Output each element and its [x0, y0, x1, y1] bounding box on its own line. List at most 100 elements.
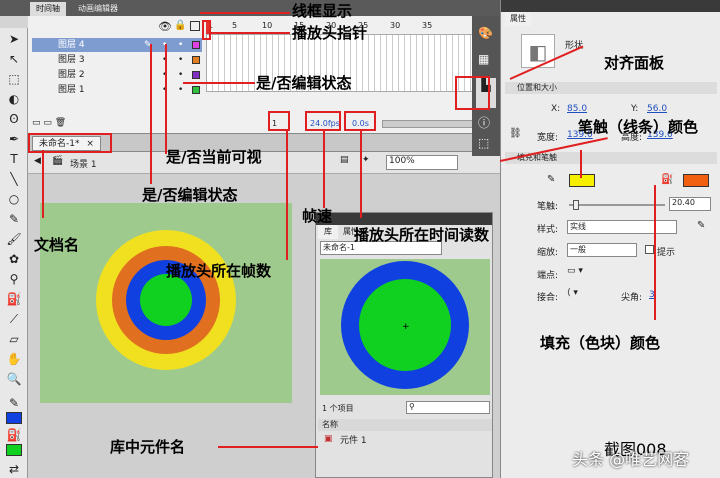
- style-select[interactable]: 实线: [567, 220, 677, 234]
- new-folder-icon[interactable]: ▭: [43, 118, 52, 128]
- scene-label: 场景 1: [70, 160, 97, 170]
- layer-name: 图层 3: [58, 55, 85, 65]
- fill-color-swatch[interactable]: [683, 174, 709, 187]
- section-position-size[interactable]: 位置和大小: [505, 82, 717, 94]
- info-icon[interactable]: ⓘ: [478, 114, 490, 131]
- cap-select[interactable]: ▭ ▾: [567, 266, 583, 276]
- library-panel: 库 属性 未命名-1 + 1 个项目 ⚲ 名称 ▣ 元件 1: [315, 212, 493, 478]
- brush-tool-icon[interactable]: 🖌: [4, 230, 24, 248]
- paint-bucket-icon[interactable]: ⛽: [4, 290, 24, 308]
- width-label: 宽度:: [537, 133, 559, 143]
- zoom-select[interactable]: 100%: [386, 155, 458, 170]
- free-transform-icon[interactable]: ⬚: [4, 70, 24, 88]
- stage[interactable]: [40, 203, 292, 403]
- lasso-icon[interactable]: ʘ: [4, 110, 24, 128]
- frame-number: 5: [232, 21, 238, 30]
- lock-dot[interactable]: •: [178, 38, 183, 52]
- stroke-color-swatch[interactable]: [6, 412, 22, 424]
- layer-tools: ▭ ▭ 🗑: [32, 118, 92, 130]
- leader-line: [42, 150, 44, 218]
- leader-line: [183, 82, 255, 84]
- x-value[interactable]: 85.0: [567, 104, 587, 114]
- stroke-value-input[interactable]: 20.40: [669, 197, 711, 211]
- layer-color-swatch[interactable]: [192, 86, 200, 94]
- leader-line: [218, 446, 318, 448]
- y-label: Y:: [631, 104, 639, 114]
- edit-symbol-icon[interactable]: ✦: [362, 155, 370, 165]
- zoom-tool-icon[interactable]: 🔍: [4, 370, 24, 388]
- lock-icon[interactable]: 🔒: [174, 20, 186, 31]
- leader-line: [323, 130, 325, 208]
- join-select[interactable]: ⟨ ▾: [567, 288, 578, 298]
- pen-icon[interactable]: ✒: [4, 130, 24, 148]
- lock-dot[interactable]: •: [178, 53, 183, 67]
- leader-line: [150, 44, 152, 184]
- frame-number-highlight: [268, 111, 290, 131]
- scale-select[interactable]: 一般: [567, 243, 637, 257]
- tab-timeline[interactable]: 时间轴: [30, 2, 66, 16]
- tools-panel: ➤ ↖ ⬚ ◐ ʘ ✒ T ╲ ○ ✎ 🖌 ✿ ⚲ ⛽ ⟋ ▱ ✋ 🔍 ✎ ⛽ …: [0, 28, 28, 478]
- leader-line: [360, 130, 362, 218]
- color-panel-icon[interactable]: 🎨: [478, 26, 493, 40]
- layer-color-swatch[interactable]: [192, 56, 200, 64]
- line-tool-icon[interactable]: ╲: [4, 170, 24, 188]
- library-search-input[interactable]: ⚲: [406, 401, 490, 414]
- edit-style-icon[interactable]: ✎: [697, 220, 705, 231]
- library-column-name[interactable]: 名称: [318, 419, 492, 431]
- swap-colors-icon[interactable]: ⇄: [4, 460, 24, 478]
- stroke-color-swatch[interactable]: [569, 174, 595, 187]
- swatches-icon[interactable]: ▦: [478, 52, 489, 66]
- eraser-icon[interactable]: ▱: [4, 330, 24, 348]
- back-arrow-icon[interactable]: ◀: [34, 156, 41, 166]
- stroke-color-icon[interactable]: ✎: [4, 394, 24, 412]
- link-icon[interactable]: ⛓: [509, 128, 522, 139]
- library-tab[interactable]: 库: [318, 225, 338, 239]
- subselection-tool-icon[interactable]: ↖: [4, 50, 24, 68]
- style-label: 样式:: [537, 225, 559, 235]
- pencil-tool-icon[interactable]: ✎: [4, 210, 24, 228]
- leader-line: [580, 150, 582, 178]
- fill-color-icon[interactable]: ⛽: [4, 426, 24, 444]
- layer-name: 图层 1: [58, 85, 85, 95]
- eyedropper-icon[interactable]: ⟋: [4, 310, 24, 328]
- fill-color-swatch[interactable]: [6, 444, 22, 456]
- new-layer-icon[interactable]: ▭: [32, 118, 41, 128]
- stroke-slider-thumb[interactable]: [573, 200, 579, 210]
- circle-artwork[interactable]: [40, 203, 292, 403]
- deco-tool-icon[interactable]: ✿: [4, 250, 24, 268]
- green-center[interactable]: [140, 274, 192, 326]
- selection-tool-icon[interactable]: ➤: [4, 30, 24, 48]
- tab-motion-editor[interactable]: 动画编辑器: [72, 2, 124, 16]
- layer-row-3[interactable]: 图层 3 • •: [32, 53, 202, 67]
- layer-row-1[interactable]: 图层 1 • •: [32, 83, 202, 97]
- oval-tool-icon[interactable]: ○: [4, 190, 24, 208]
- lock-dot[interactable]: •: [178, 83, 183, 97]
- text-tool-icon[interactable]: T: [4, 150, 24, 168]
- transform-icon[interactable]: ⬚: [478, 136, 489, 150]
- layer-color-swatch[interactable]: [192, 41, 200, 49]
- leader-line: [200, 12, 290, 14]
- outline-toggle-icon[interactable]: [190, 21, 200, 31]
- layer-color-swatch[interactable]: [192, 71, 200, 79]
- properties-title[interactable]: 属性: [505, 12, 531, 26]
- scene-bar: ◀ 🎬 场景 1 ▤ ✦ 100%: [28, 152, 500, 174]
- watermark: 头条 @唯艺网客: [572, 450, 690, 469]
- crosshair-icon: +: [402, 322, 410, 332]
- layer-row-2[interactable]: 图层 2 • •: [32, 68, 202, 82]
- layer-row-4[interactable]: 图层 4 ✎ • •: [32, 38, 202, 52]
- lock-dot[interactable]: •: [178, 68, 183, 82]
- bone-tool-icon[interactable]: ⚲: [4, 270, 24, 288]
- edit-scene-icon[interactable]: ▤: [340, 155, 349, 165]
- y-value[interactable]: 56.0: [647, 104, 667, 114]
- hint-label: 提示: [657, 248, 676, 258]
- layer-name: 图层 2: [58, 70, 85, 80]
- delete-icon[interactable]: 🗑: [55, 118, 66, 128]
- hint-checkbox[interactable]: [645, 245, 654, 254]
- stroke-slider[interactable]: [569, 204, 665, 206]
- 3d-rotation-icon[interactable]: ◐: [4, 90, 24, 108]
- zoom-value: 100%: [389, 156, 415, 166]
- eye-icon[interactable]: 👁: [158, 20, 172, 33]
- hand-tool-icon[interactable]: ✋: [4, 350, 24, 368]
- library-item[interactable]: ▣ 元件 1: [318, 433, 492, 447]
- annotation-fill-color: 填充（色块）颜色: [540, 334, 661, 352]
